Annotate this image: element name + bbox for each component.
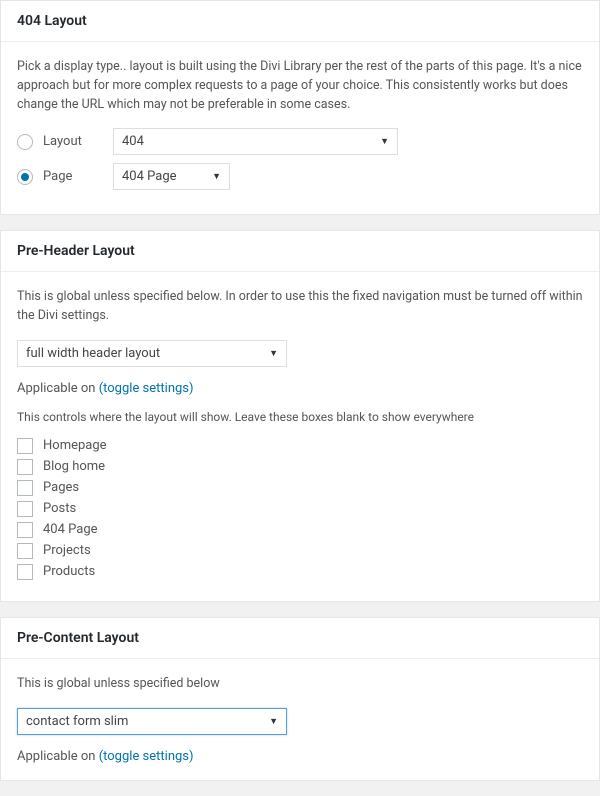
checkbox-label: Posts bbox=[43, 501, 76, 516]
panel-pre-content-layout: Pre-Content Layout This is global unless… bbox=[0, 617, 600, 781]
checkbox-label: 404 Page bbox=[43, 522, 98, 537]
select-value: full width header layout bbox=[26, 346, 160, 361]
checkbox-404-page[interactable] bbox=[17, 522, 33, 538]
checkbox-row: 404 Page bbox=[17, 522, 583, 538]
select-value: 404 bbox=[122, 134, 144, 149]
panel-header: Pre-Header Layout bbox=[1, 231, 599, 272]
select-pre-content-layout[interactable]: contact form slim ▼ bbox=[17, 708, 287, 735]
panel-404-layout: 404 Layout Pick a display type.. layout … bbox=[0, 0, 600, 215]
panel-pre-header-layout: Pre-Header Layout This is global unless … bbox=[0, 230, 600, 602]
panel-title: Pre-Content Layout bbox=[17, 630, 583, 646]
checkbox-row: Homepage bbox=[17, 438, 583, 454]
checkbox-label: Blog home bbox=[43, 459, 105, 474]
toggle-settings-link[interactable]: (toggle settings) bbox=[99, 381, 194, 396]
chevron-down-icon: ▼ bbox=[380, 136, 389, 147]
checkbox-row: Posts bbox=[17, 501, 583, 517]
panel-header: 404 Layout bbox=[1, 1, 599, 42]
panel-description: This is global unless specified below bbox=[17, 675, 583, 694]
panel-description: This is global unless specified below. I… bbox=[17, 288, 583, 326]
panel-header: Pre-Content Layout bbox=[1, 618, 599, 659]
radio-label-page: Page bbox=[43, 169, 113, 184]
checkbox-row: Pages bbox=[17, 480, 583, 496]
checkbox-row: Products bbox=[17, 564, 583, 580]
checkbox-blog-home[interactable] bbox=[17, 459, 33, 475]
radio-label-layout: Layout bbox=[43, 134, 113, 149]
panel-description: Pick a display type.. layout is built us… bbox=[17, 58, 583, 114]
chevron-down-icon: ▼ bbox=[212, 171, 221, 182]
checkbox-list: Homepage Blog home Pages Posts 404 Page … bbox=[17, 438, 583, 580]
panel-body: This is global unless specified below co… bbox=[1, 659, 599, 780]
panel-title: 404 Layout bbox=[17, 13, 583, 29]
panel-body: This is global unless specified below. I… bbox=[1, 272, 599, 601]
checkbox-label: Pages bbox=[43, 480, 79, 495]
radio-row-layout: Layout 404 ▼ bbox=[17, 128, 583, 155]
panel-body: Pick a display type.. layout is built us… bbox=[1, 42, 599, 214]
applicable-description: This controls where the layout will show… bbox=[17, 410, 583, 424]
toggle-settings-link[interactable]: (toggle settings) bbox=[99, 749, 194, 764]
select-pre-header-layout[interactable]: full width header layout ▼ bbox=[17, 340, 287, 367]
chevron-down-icon: ▼ bbox=[269, 716, 278, 727]
checkbox-row: Blog home bbox=[17, 459, 583, 475]
chevron-down-icon: ▼ bbox=[269, 348, 278, 359]
checkbox-label: Products bbox=[43, 564, 95, 579]
select-value: 404 Page bbox=[122, 169, 177, 184]
select-404-layout[interactable]: 404 ▼ bbox=[113, 128, 398, 155]
checkbox-posts[interactable] bbox=[17, 501, 33, 517]
checkbox-homepage[interactable] bbox=[17, 438, 33, 454]
checkbox-projects[interactable] bbox=[17, 543, 33, 559]
checkbox-label: Projects bbox=[43, 543, 91, 558]
select-value: contact form slim bbox=[26, 714, 128, 729]
checkbox-pages[interactable] bbox=[17, 480, 33, 496]
panel-title: Pre-Header Layout bbox=[17, 243, 583, 259]
radio-page[interactable] bbox=[17, 169, 33, 185]
select-404-page[interactable]: 404 Page ▼ bbox=[113, 163, 230, 190]
applicable-on: Applicable on (toggle settings) bbox=[17, 749, 583, 764]
radio-row-page: Page 404 Page ▼ bbox=[17, 163, 583, 190]
applicable-on: Applicable on (toggle settings) bbox=[17, 381, 583, 396]
checkbox-row: Projects bbox=[17, 543, 583, 559]
checkbox-label: Homepage bbox=[43, 438, 107, 453]
radio-layout[interactable] bbox=[17, 134, 33, 150]
checkbox-products[interactable] bbox=[17, 564, 33, 580]
